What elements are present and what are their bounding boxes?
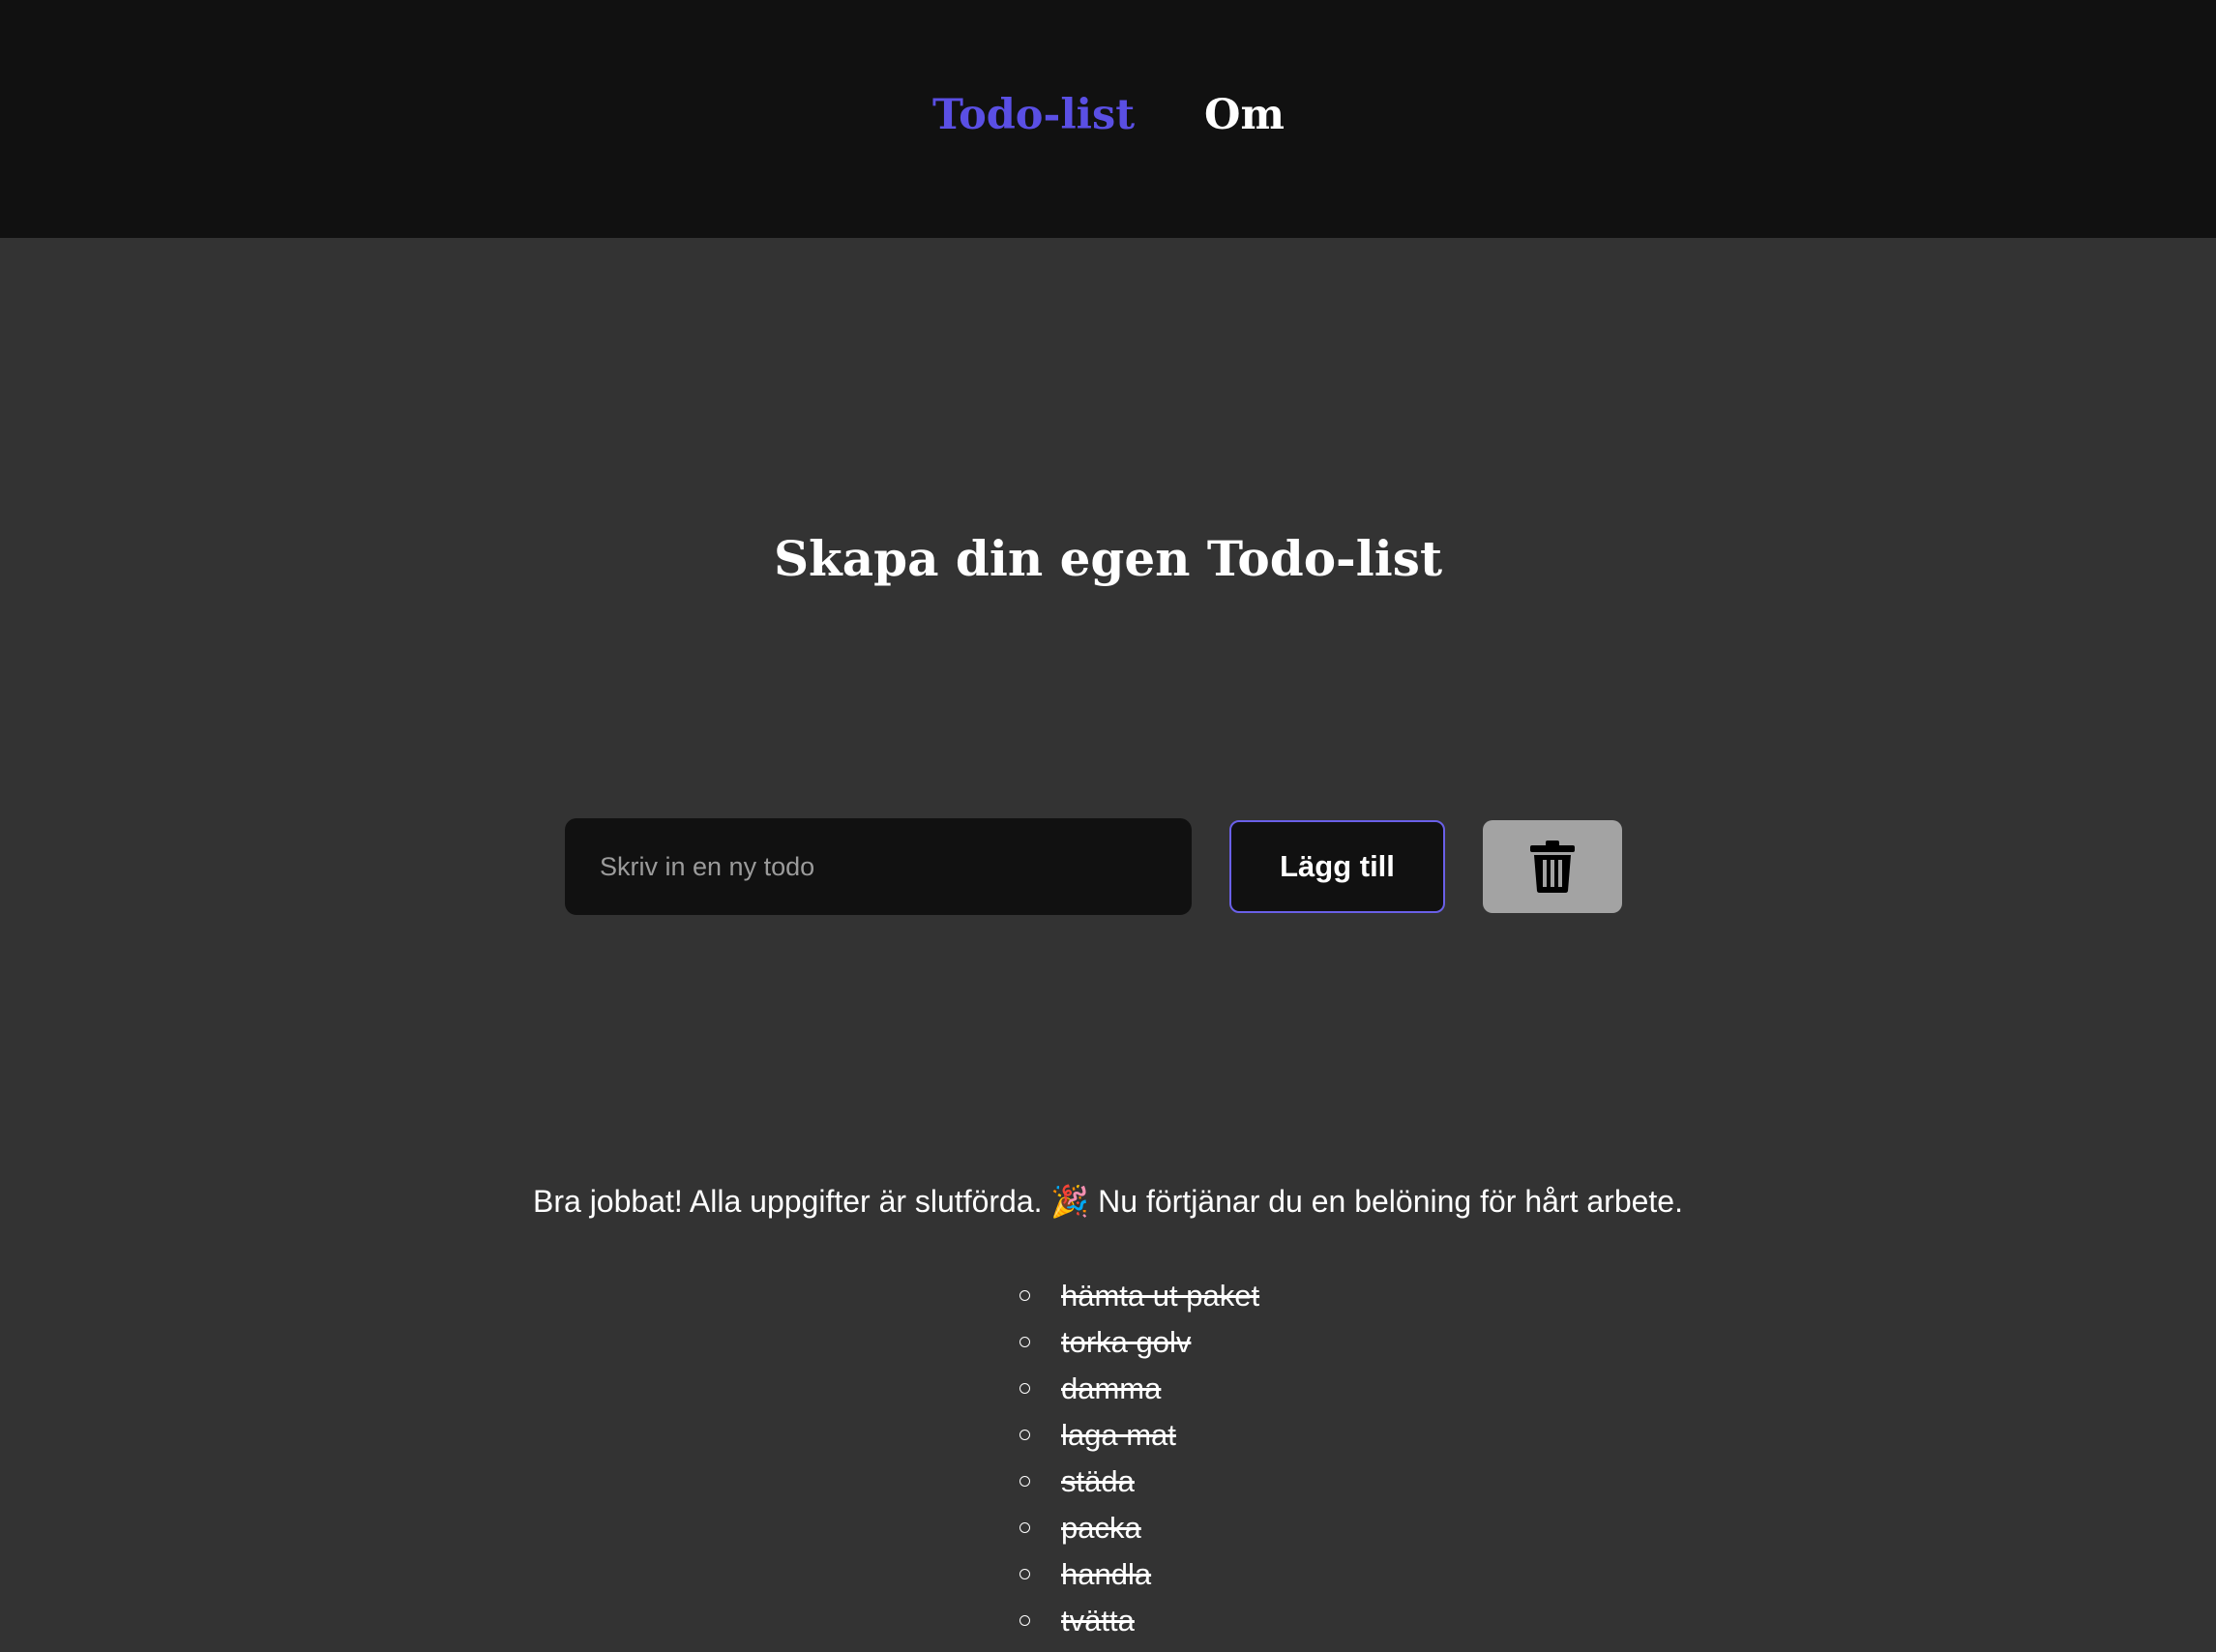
- todo-item-text: städa: [1061, 1464, 1135, 1498]
- todo-item-text: handla: [1061, 1557, 1152, 1591]
- todo-item[interactable]: torka golv: [1014, 1319, 1259, 1366]
- todo-item-text: packa: [1061, 1511, 1141, 1545]
- top-navigation-bar: Todo-list Om: [0, 0, 2216, 238]
- todo-item[interactable]: hämta ut paket: [1014, 1273, 1259, 1319]
- trash-icon: [1530, 841, 1575, 893]
- bullet-icon: [1019, 1430, 1030, 1440]
- todo-item-text: torka golv: [1061, 1325, 1192, 1359]
- bullet-icon: [1019, 1337, 1030, 1347]
- bullet-icon: [1019, 1615, 1030, 1626]
- nav-link-om[interactable]: Om: [1204, 85, 1285, 145]
- todo-item[interactable]: handla: [1014, 1551, 1259, 1598]
- delete-todos-button[interactable]: [1483, 820, 1622, 913]
- todo-item[interactable]: städa: [1014, 1459, 1259, 1505]
- todo-item[interactable]: packa: [1014, 1505, 1259, 1551]
- todo-item-text: laga mat: [1061, 1418, 1176, 1452]
- add-todo-button[interactable]: Lägg till: [1229, 820, 1445, 913]
- bullet-icon: [1019, 1383, 1030, 1394]
- todo-item-text: hämta ut paket: [1061, 1279, 1260, 1313]
- todo-item[interactable]: laga mat: [1014, 1412, 1259, 1459]
- todo-list: hämta ut paket torka golv damma laga mat…: [1014, 1273, 1259, 1644]
- bullet-icon: [1019, 1476, 1030, 1487]
- bullet-icon: [1019, 1569, 1030, 1579]
- bullet-icon: [1019, 1522, 1030, 1533]
- nav-link-todo-list[interactable]: Todo-list: [932, 85, 1135, 145]
- bullet-icon: [1019, 1290, 1030, 1301]
- new-todo-input[interactable]: [565, 818, 1192, 915]
- todo-item[interactable]: damma: [1014, 1366, 1259, 1412]
- page-title: Skapa din egen Todo-list: [773, 530, 1443, 587]
- todo-item[interactable]: tvätta: [1014, 1598, 1259, 1644]
- completion-message: Bra jobbat! Alla uppgifter är slutförda.…: [533, 1184, 1683, 1219]
- todo-item-text: damma: [1061, 1372, 1162, 1405]
- todo-item-text: tvätta: [1061, 1604, 1135, 1637]
